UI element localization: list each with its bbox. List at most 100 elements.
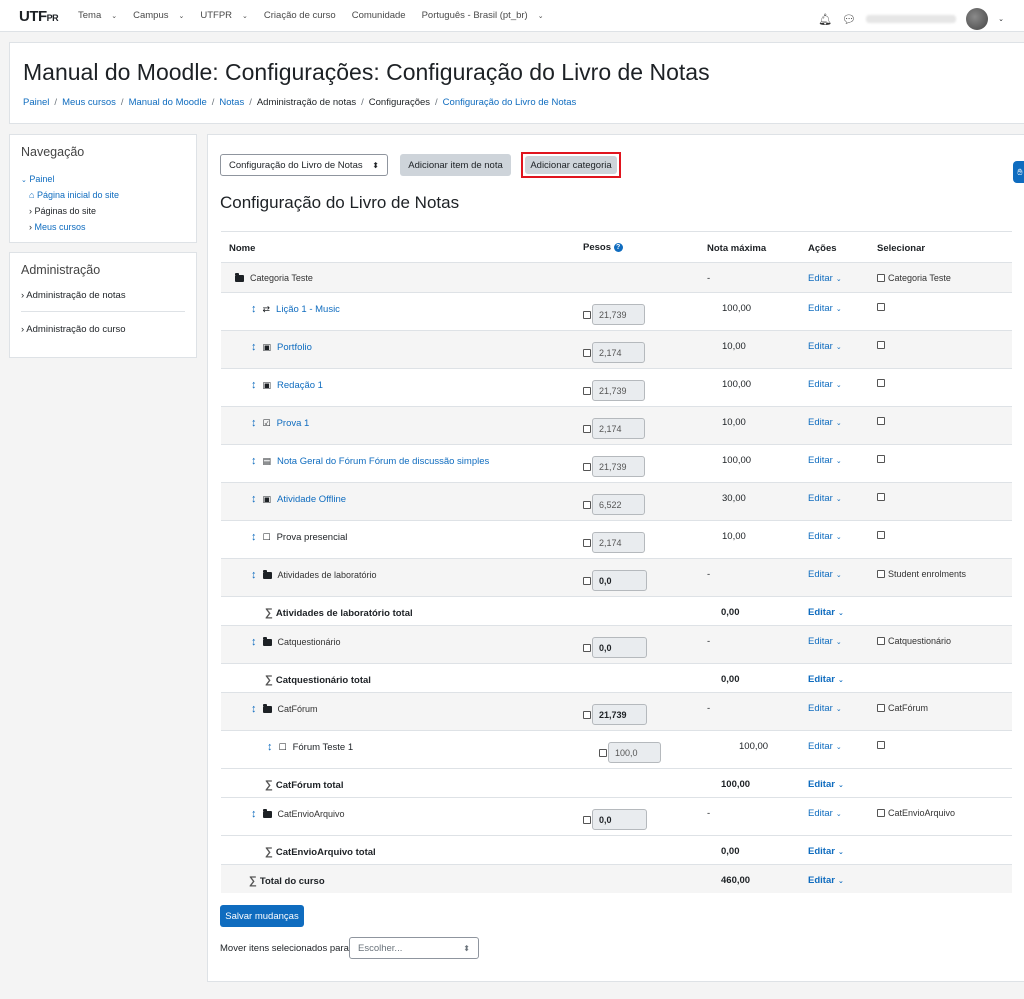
select-checkbox[interactable] [877,303,885,311]
checkbox[interactable] [877,274,885,282]
grade-item-name[interactable]: Redação 1 [277,380,323,391]
top-menu-item[interactable]: Criação de curso [264,10,344,21]
weight-input[interactable]: 2,174 [592,532,645,553]
messages-chat-icon[interactable]: 💬︎ [842,13,856,26]
move-arrows-icon[interactable]: ↕ [251,493,257,505]
edit-menu[interactable]: Editar ⌄ [808,779,844,790]
nav-item-painel[interactable]: ⌄ Painel [21,171,119,187]
select-checkbox[interactable]: Student enrolments [877,569,966,579]
top-menu-item[interactable]: Comunidade [352,10,414,21]
move-arrows-icon[interactable]: ↕ [251,703,257,715]
checkbox[interactable] [877,531,885,539]
edit-menu[interactable]: Editar ⌄ [808,531,842,542]
grade-item-name[interactable]: Nota Geral do Fórum Fórum de discussão s… [277,456,489,467]
select-checkbox[interactable]: Catquestionário [877,636,951,646]
top-menu-item[interactable]: Tema ⌄ [78,10,125,21]
user-menu-chevron-down-icon[interactable]: ⌄ [998,15,1004,23]
weight-override-checkbox[interactable] [583,463,591,471]
weight-override-checkbox[interactable] [583,816,591,824]
move-arrows-icon[interactable]: ↕ [251,569,257,581]
help-hand-icon[interactable]: ✋︎ [1013,161,1024,183]
admin-item-grades[interactable]: › Administração de notas [21,290,126,301]
edit-menu[interactable]: Editar ⌄ [808,636,842,647]
edit-menu[interactable]: Editar ⌄ [808,273,842,284]
grade-item-name[interactable]: Prova 1 [277,418,310,429]
select-checkbox[interactable]: CatEnvioArquivo [877,808,955,818]
move-arrows-icon[interactable]: ↕ [251,417,257,429]
weight-input[interactable]: 0,0 [592,809,647,830]
edit-menu[interactable]: Editar ⌄ [808,493,842,504]
move-destination-select[interactable]: Escolher... ⬍ [349,937,479,959]
checkbox[interactable] [877,704,885,712]
checkbox[interactable] [877,379,885,387]
grade-item-name[interactable]: Portfolio [277,342,312,353]
move-arrows-icon[interactable]: ↕ [251,808,257,820]
checkbox[interactable] [877,455,885,463]
edit-menu[interactable]: Editar ⌄ [808,303,842,314]
weight-input[interactable]: 21,739 [592,456,645,477]
move-arrows-icon[interactable]: ↕ [251,531,257,543]
select-checkbox[interactable] [877,455,885,463]
weight-override-checkbox[interactable] [583,311,591,319]
weight-input[interactable]: 21,739 [592,704,647,725]
edit-menu[interactable]: Editar ⌄ [808,741,842,752]
move-arrows-icon[interactable]: ↕ [251,341,257,353]
user-avatar[interactable] [966,8,989,30]
move-arrows-icon[interactable]: ↕ [251,379,257,391]
weight-override-checkbox[interactable] [583,539,591,547]
breadcrumb-item[interactable]: Manual do Moodle [129,97,207,108]
nav-item-site-home[interactable]: ⌂ Página inicial do site [21,187,119,203]
move-arrows-icon[interactable]: ↕ [267,741,273,753]
move-arrows-icon[interactable]: ↕ [251,636,257,648]
weight-input[interactable]: 100,0 [608,742,661,763]
weight-override-checkbox[interactable] [583,501,591,509]
nav-item-site-pages[interactable]: › Páginas do site [21,203,119,219]
checkbox[interactable] [877,303,885,311]
user-name-blurred[interactable] [866,15,957,23]
move-arrows-icon[interactable]: ↕ [251,455,257,467]
breadcrumb-item[interactable]: Meus cursos [62,97,116,108]
weight-input[interactable]: 6,522 [592,494,645,515]
weight-override-checkbox[interactable] [583,387,591,395]
weight-override-checkbox[interactable] [583,425,591,433]
breadcrumb-item[interactable]: Configuração do Livro de Notas [443,97,577,108]
nav-item-my-courses[interactable]: › Meus cursos [21,219,119,235]
weight-input[interactable]: 0,0 [592,570,647,591]
edit-menu[interactable]: Editar ⌄ [808,379,842,390]
edit-menu[interactable]: Editar ⌄ [808,674,844,685]
grade-item-name[interactable]: Atividade Offline [277,494,346,505]
grade-item-name[interactable]: Lição 1 - Music [276,304,340,315]
notifications-bell-icon[interactable]: 🔔︎ [818,13,832,26]
move-arrows-icon[interactable]: ↕ [251,303,257,315]
top-menu-item[interactable]: Português - Brasil (pt_br) ⌄ [422,10,552,21]
weight-override-checkbox[interactable] [583,644,591,652]
breadcrumb-item[interactable]: Painel [23,97,49,108]
select-checkbox[interactable] [877,493,885,501]
weight-input[interactable]: 21,739 [592,304,645,325]
edit-menu[interactable]: Editar ⌄ [808,607,844,618]
gradebook-view-select[interactable]: Configuração do Livro de Notas ⬍ [220,154,388,176]
top-menu-item[interactable]: Campus ⌄ [133,10,192,21]
select-checkbox[interactable]: CatFórum [877,703,928,713]
weight-override-checkbox[interactable] [583,349,591,357]
checkbox[interactable] [877,570,885,578]
add-grade-item-button[interactable]: Adicionar item de nota [400,154,511,176]
edit-menu[interactable]: Editar ⌄ [808,455,842,466]
top-menu-item[interactable]: UTFPR ⌄ [200,10,256,21]
weight-input[interactable]: 2,174 [592,342,645,363]
edit-menu[interactable]: Editar ⌄ [808,875,844,886]
add-category-button[interactable]: Adicionar categoria [525,156,617,174]
select-checkbox[interactable] [877,417,885,425]
save-changes-button[interactable]: Salvar mudanças [220,905,304,927]
admin-item-course[interactable]: › Administração do curso [21,324,126,335]
weight-input[interactable]: 2,174 [592,418,645,439]
edit-menu[interactable]: Editar ⌄ [808,703,842,714]
weight-input[interactable]: 0,0 [592,637,647,658]
weight-override-checkbox[interactable] [583,711,591,719]
select-checkbox[interactable] [877,379,885,387]
checkbox[interactable] [877,809,885,817]
edit-menu[interactable]: Editar ⌄ [808,569,842,580]
checkbox[interactable] [877,341,885,349]
help-question-icon[interactable]: ? [613,242,623,252]
edit-menu[interactable]: Editar ⌄ [808,341,842,352]
